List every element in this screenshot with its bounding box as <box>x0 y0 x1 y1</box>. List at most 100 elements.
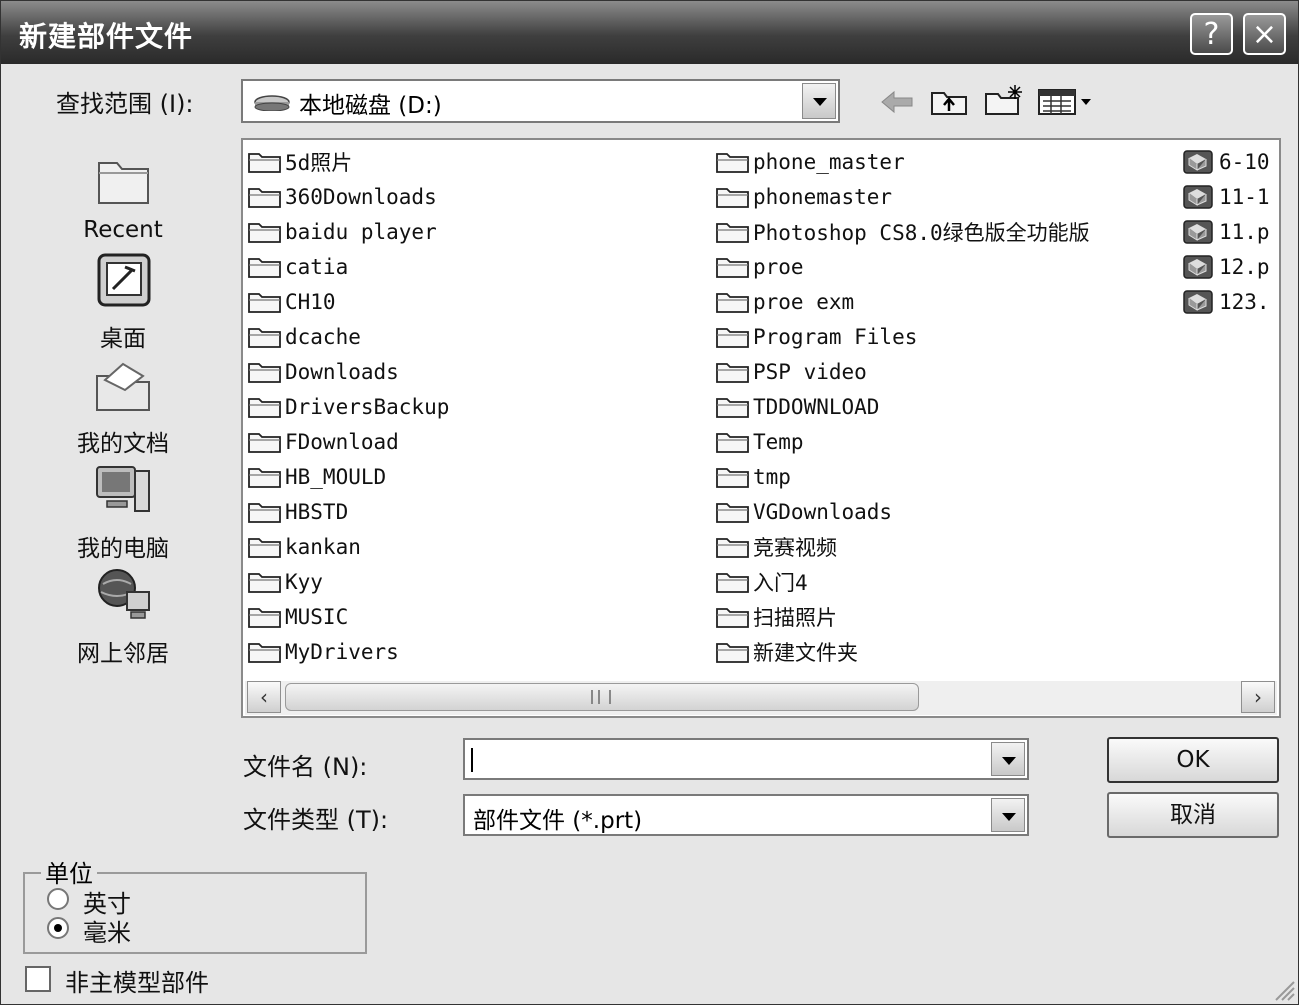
file-list-item-label: Temp <box>753 429 804 454</box>
file-list-item[interactable]: HBSTD <box>247 494 449 529</box>
file-list-item-label: 竞赛视频 <box>753 535 837 560</box>
file-list-item-label: dcache <box>285 324 361 349</box>
place-mydocs[interactable]: 我的文档 <box>53 354 193 458</box>
lookin-combo[interactable]: 本地磁盘 (D:) <box>241 79 840 123</box>
filetype-dropdown-button[interactable] <box>991 798 1025 832</box>
up-folder-icon[interactable] <box>929 85 969 117</box>
folder-icon <box>248 397 281 418</box>
file-list-item[interactable]: baidu player <box>247 214 449 249</box>
cancel-button[interactable]: 取消 <box>1107 792 1279 838</box>
file-list-item-label: Downloads <box>285 359 399 384</box>
file-list-item-label: MUSIC <box>285 604 349 629</box>
radio-mm[interactable] <box>47 917 69 939</box>
file-list-item[interactable]: 12.p <box>1181 249 1270 284</box>
filetype-label: 文件类型 (T): <box>243 806 389 834</box>
file-list-item-label: 11.p <box>1219 219 1270 244</box>
file-list-item-label: 扫描照片 <box>753 605 837 630</box>
file-list-item[interactable]: Downloads <box>247 354 449 389</box>
file-list-item[interactable]: 入门4 <box>715 564 1090 599</box>
folder-icon <box>248 292 281 313</box>
file-list-item[interactable]: CH10 <box>247 284 449 319</box>
horizontal-scrollbar[interactable]: ‹ › <box>245 681 1277 715</box>
resize-grip-icon[interactable] <box>1272 978 1296 1002</box>
file-list-item[interactable]: Kyy <box>247 564 449 599</box>
file-list-item[interactable]: TDDOWNLOAD <box>715 389 1090 424</box>
file-list-item[interactable]: 6-10 <box>1181 144 1270 179</box>
file-list-item[interactable]: 11.p <box>1181 214 1270 249</box>
close-button[interactable]: × <box>1243 13 1286 55</box>
non-master-label: 非主模型部件 <box>65 969 209 997</box>
new-folder-icon[interactable] <box>983 83 1025 117</box>
folder-icon <box>716 432 749 453</box>
ok-button[interactable]: OK <box>1107 737 1279 783</box>
file-list-item[interactable]: MyDrivers <box>247 634 449 669</box>
place-recent-label: Recent <box>83 217 163 243</box>
file-list-item[interactable]: catia <box>247 249 449 284</box>
file-list-item[interactable]: VGDownloads <box>715 494 1090 529</box>
place-mycomputer[interactable]: 我的电脑 <box>53 459 193 563</box>
file-column-3: 6-10 11-1 11.p 12.p 123. <box>1181 144 1270 319</box>
radio-mm-label: 毫米 <box>83 919 131 947</box>
file-list-item[interactable]: proe <box>715 249 1090 284</box>
filename-field[interactable] <box>463 738 1029 780</box>
file-column-2: phone_master phonemaster Photoshop CS8.0绿色… <box>715 144 1090 669</box>
file-list-item[interactable]: 扫描照片 <box>715 599 1090 634</box>
folder-icon <box>248 467 281 488</box>
file-list-item-label: phonemaster <box>753 184 893 209</box>
file-list-item[interactable]: Program Files <box>715 319 1090 354</box>
file-list-item[interactable]: dcache <box>247 319 449 354</box>
view-menu-icon[interactable] <box>1037 87 1095 117</box>
file-list-item[interactable]: 123. <box>1181 284 1270 319</box>
folder-icon <box>716 537 749 558</box>
file-list-item[interactable]: tmp <box>715 459 1090 494</box>
file-list-item-label: baidu player <box>285 219 437 244</box>
lookin-dropdown-button[interactable] <box>802 83 836 119</box>
file-list-item[interactable]: MUSIC <box>247 599 449 634</box>
back-arrow-icon[interactable] <box>880 88 914 116</box>
place-desktop-label: 桌面 <box>100 326 146 352</box>
file-list-item-label: 123. <box>1219 289 1270 314</box>
folder-icon <box>248 572 281 593</box>
file-list[interactable]: 5d照片 360Downloads baidu player catia CH10 dca… <box>241 138 1281 718</box>
filename-label: 文件名 (N): <box>243 753 368 781</box>
file-list-item[interactable]: phonemaster <box>715 179 1090 214</box>
file-list-item[interactable]: 360Downloads <box>247 179 449 214</box>
scroll-thumb[interactable] <box>285 683 919 711</box>
scroll-right-icon[interactable]: › <box>1241 681 1275 713</box>
file-list-item[interactable]: Temp <box>715 424 1090 459</box>
help-button[interactable]: ? <box>1190 13 1233 55</box>
file-list-item[interactable]: FDownload <box>247 424 449 459</box>
file-list-item[interactable]: PSP video <box>715 354 1090 389</box>
file-list-item[interactable]: kankan <box>247 529 449 564</box>
file-list-item-label: Program Files <box>753 324 918 349</box>
folder-icon <box>716 257 749 278</box>
folder-icon <box>248 257 281 278</box>
part-file-icon <box>1183 254 1213 279</box>
file-list-item-label: 360Downloads <box>285 184 437 209</box>
place-network[interactable]: 网上邻居 <box>53 564 193 668</box>
non-master-checkbox[interactable] <box>25 966 51 992</box>
folder-icon <box>248 362 281 383</box>
file-list-item[interactable]: phone_master <box>715 144 1090 179</box>
file-list-item-label: 5d照片 <box>285 150 353 175</box>
filetype-combo[interactable]: 部件文件 (*.prt) <box>463 794 1029 836</box>
file-list-item[interactable]: proe exm <box>715 284 1090 319</box>
file-list-item[interactable]: DriversBackup <box>247 389 449 424</box>
file-list-item[interactable]: 新建文件夹 <box>715 634 1090 669</box>
filename-dropdown-button[interactable] <box>991 742 1025 776</box>
drive-icon <box>254 95 290 111</box>
file-list-item-label: 新建文件夹 <box>753 640 858 665</box>
file-list-item[interactable]: 竞赛视频 <box>715 529 1090 564</box>
scroll-left-icon[interactable]: ‹ <box>247 681 281 713</box>
radio-inch[interactable] <box>47 888 69 910</box>
file-list-item-label: HB_MOULD <box>285 464 387 489</box>
network-icon <box>98 569 150 619</box>
file-list-item[interactable]: 5d照片 <box>247 144 449 179</box>
file-list-item[interactable]: 11-1 <box>1181 179 1270 214</box>
folder-icon <box>716 607 749 628</box>
place-recent[interactable]: Recent <box>53 147 193 243</box>
place-desktop[interactable]: 桌面 <box>53 249 193 353</box>
file-list-item[interactable]: HB_MOULD <box>247 459 449 494</box>
file-list-item[interactable]: Photoshop CS8.0绿色版全功能版 <box>715 214 1090 249</box>
title-bar: 新建部件文件 ? × <box>1 1 1298 64</box>
